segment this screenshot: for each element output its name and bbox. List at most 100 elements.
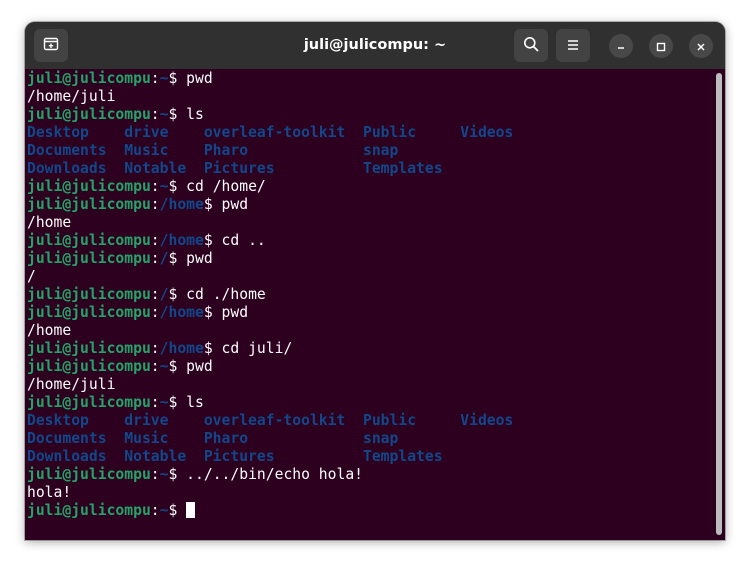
terminal-output[interactable]: juli@julicompu:~$ pwd/home/juli juli@juli… bbox=[25, 69, 725, 540]
output-line: /home bbox=[27, 322, 711, 340]
prompt-user: juli@julicompu bbox=[27, 106, 151, 123]
command-line: juli@julicompu:~$ cd /home/ bbox=[27, 178, 711, 196]
ls-output-line: Documents Music Pharo snap bbox=[27, 142, 711, 160]
maximize-button[interactable] bbox=[649, 34, 673, 58]
text-cursor bbox=[186, 502, 196, 518]
prompt-symbol: $ bbox=[168, 394, 187, 411]
directory-entry: Downloads bbox=[27, 160, 107, 177]
command-text: cd juli/ bbox=[221, 340, 293, 357]
prompt-path: /home bbox=[159, 304, 204, 321]
title-bar[interactable]: juli@julicompu: ~ bbox=[25, 22, 725, 69]
ls-output-line: Downloads Notable Pictures Templates bbox=[27, 448, 711, 466]
command-text: pwd bbox=[186, 70, 213, 87]
prompt-user: juli@julicompu bbox=[27, 70, 151, 87]
prompt-user: juli@julicompu bbox=[27, 304, 151, 321]
prompt-symbol: $ bbox=[168, 358, 187, 375]
prompt-separator: : bbox=[150, 250, 160, 267]
directory-entry: overleaf-toolkit bbox=[203, 124, 346, 141]
prompt-separator: : bbox=[150, 286, 160, 303]
directory-entry: Pharo bbox=[203, 142, 249, 159]
menu-button[interactable] bbox=[556, 29, 590, 62]
prompt-symbol: $ bbox=[168, 286, 187, 303]
prompt-separator: : bbox=[150, 106, 160, 123]
directory-entry: Documents bbox=[27, 142, 107, 159]
prompt-separator: : bbox=[150, 304, 160, 321]
output-text: /home bbox=[27, 214, 72, 231]
prompt-user: juli@julicompu bbox=[27, 196, 151, 213]
prompt-user: juli@julicompu bbox=[27, 466, 151, 483]
command-text: pwd bbox=[221, 196, 249, 213]
command-text: ls bbox=[186, 106, 204, 123]
prompt-symbol: $ bbox=[168, 178, 187, 195]
prompt-user: juli@julicompu bbox=[27, 394, 151, 411]
output-line: /home bbox=[27, 214, 711, 232]
prompt-user: juli@julicompu bbox=[27, 286, 151, 303]
terminal-window: juli@julicompu: ~ juli@julicompu:~$ pwd … bbox=[25, 22, 725, 540]
directory-entry: snap bbox=[363, 142, 399, 159]
prompt-symbol: $ bbox=[168, 106, 187, 123]
command-text: pwd bbox=[186, 250, 213, 267]
output-line: / bbox=[27, 268, 711, 286]
directory-entry: Music bbox=[124, 430, 169, 447]
command-line: juli@julicompu:/$ pwd bbox=[27, 250, 711, 268]
search-button[interactable] bbox=[514, 29, 548, 62]
directory-entry: overleaf-toolkit bbox=[203, 412, 346, 429]
directory-entry: drive bbox=[124, 124, 169, 141]
prompt-user: juli@julicompu bbox=[27, 358, 151, 375]
directory-entry: drive bbox=[124, 412, 169, 429]
output-text: hola! bbox=[27, 484, 72, 501]
command-text: ls bbox=[186, 394, 204, 411]
prompt-user: juli@julicompu bbox=[27, 250, 151, 267]
output-line: hola! bbox=[27, 484, 711, 502]
output-text: /home/juli bbox=[27, 376, 116, 393]
prompt-symbol: $ bbox=[168, 250, 187, 267]
scrollbar-thumb[interactable] bbox=[716, 73, 722, 535]
prompt-symbol: $ bbox=[168, 502, 187, 519]
prompt-separator: : bbox=[150, 502, 160, 519]
directory-entry: Desktop bbox=[27, 124, 89, 141]
output-text: /home/juli bbox=[27, 88, 116, 105]
hamburger-menu-icon bbox=[566, 36, 580, 55]
prompt-separator: : bbox=[150, 70, 160, 87]
directory-entry: Videos bbox=[460, 124, 514, 141]
command-text: cd ./home bbox=[186, 286, 266, 303]
command-line: juli@julicompu:~$ ls bbox=[27, 394, 711, 412]
scrollbar[interactable] bbox=[716, 73, 722, 535]
new-tab-button[interactable] bbox=[34, 29, 68, 62]
prompt-user: juli@julicompu bbox=[27, 340, 151, 357]
command-line: juli@julicompu:/home$ pwd bbox=[27, 196, 711, 214]
directory-entry: Notable bbox=[124, 448, 187, 465]
new-tab-icon bbox=[43, 36, 59, 56]
prompt-separator: : bbox=[150, 340, 160, 357]
command-line: juli@julicompu:~$ ls bbox=[27, 106, 711, 124]
directory-entry: snap bbox=[363, 430, 399, 447]
prompt-symbol: $ bbox=[168, 70, 187, 87]
prompt-user: juli@julicompu bbox=[27, 502, 151, 519]
command-text: pwd bbox=[221, 304, 249, 321]
directory-entry: Pictures bbox=[203, 160, 275, 177]
prompt-separator: : bbox=[150, 196, 160, 213]
command-text: pwd bbox=[186, 358, 213, 375]
command-line: juli@julicompu:~$ ../../bin/echo hola! bbox=[27, 466, 711, 484]
command-text: ../../bin/echo hola! bbox=[186, 466, 364, 483]
ls-output-line: Documents Music Pharo snap bbox=[27, 430, 711, 448]
prompt-symbol: $ bbox=[168, 466, 187, 483]
command-line: juli@julicompu:/home$ cd .. bbox=[27, 232, 711, 250]
directory-entry: Music bbox=[124, 142, 169, 159]
directory-entry: Videos bbox=[460, 412, 514, 429]
ls-output-line: Desktop drive overleaf-toolkit Public Videos bbox=[27, 412, 711, 430]
directory-entry: Desktop bbox=[27, 412, 89, 429]
prompt-path: /home bbox=[159, 232, 204, 249]
directory-entry: Templates bbox=[363, 448, 443, 465]
prompt-symbol: $ bbox=[203, 340, 222, 357]
close-button[interactable] bbox=[689, 34, 713, 58]
prompt-symbol: $ bbox=[203, 304, 222, 321]
prompt-path: /home bbox=[159, 196, 204, 213]
prompt-separator: : bbox=[150, 466, 160, 483]
command-line: juli@julicompu:~$ pwd bbox=[27, 70, 711, 88]
directory-entry: Templates bbox=[363, 160, 443, 177]
directory-entry: Pictures bbox=[203, 448, 275, 465]
search-icon bbox=[523, 36, 539, 56]
minimize-button[interactable] bbox=[609, 34, 633, 58]
directory-entry: Public bbox=[363, 124, 417, 141]
